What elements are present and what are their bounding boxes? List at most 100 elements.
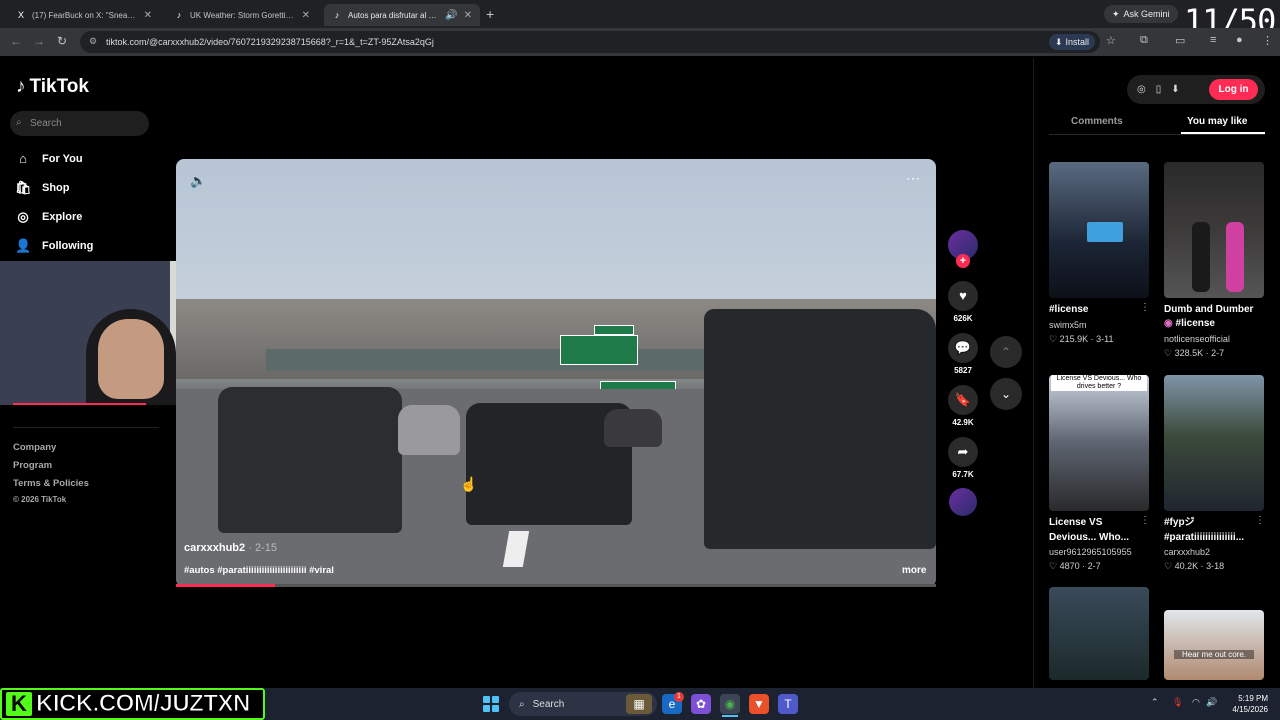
- like-action[interactable]: ♥ 626K: [947, 281, 979, 323]
- suggested-thumbnail-1[interactable]: [1049, 162, 1149, 298]
- share-icon[interactable]: ➦: [948, 437, 978, 467]
- suggested-user-4[interactable]: carxxxhub2: [1164, 547, 1264, 557]
- suggested-subtitle-4[interactable]: #paratiiiiiiiiiiiiiii...: [1164, 530, 1264, 545]
- heart-icon[interactable]: ♥: [948, 281, 978, 311]
- close-tab-icon[interactable]: ✕: [144, 10, 152, 21]
- explore-icon[interactable]: ◎: [1137, 84, 1146, 95]
- suggested-more-icon[interactable]: ⋮: [1140, 515, 1150, 526]
- copilot-icon[interactable]: ✿: [691, 694, 711, 714]
- video-more-options-icon[interactable]: ⋯: [906, 170, 920, 187]
- windows-start-icon[interactable]: [483, 696, 499, 712]
- footer-link-company[interactable]: Company: [13, 442, 56, 453]
- video-tesla-car: [218, 387, 402, 533]
- suggested-thumbnail-5[interactable]: [1049, 587, 1149, 680]
- home-icon: ⌂: [19, 151, 27, 166]
- media-icon[interactable]: ≡: [1210, 34, 1216, 46]
- heart-outline-icon: ♡: [1049, 561, 1058, 571]
- tab-you-may-like[interactable]: You may like: [1187, 116, 1247, 127]
- sidebar-item-for-you[interactable]: ⌂ For You: [15, 151, 82, 166]
- back-icon[interactable]: ←: [10, 34, 22, 48]
- suggested-title-1[interactable]: #license: [1049, 302, 1149, 317]
- login-button[interactable]: Log in: [1209, 79, 1258, 100]
- tray-overflow-icon[interactable]: ⌃: [1151, 697, 1159, 708]
- suggested-subtitle-2[interactable]: ◉ #license: [1164, 318, 1264, 329]
- suggested-thumbnail-6[interactable]: Hear me out core.: [1164, 610, 1264, 680]
- suggested-title-3[interactable]: License VS: [1049, 515, 1149, 530]
- profile-avatar[interactable]: ●: [1236, 34, 1243, 46]
- suggested-user-1[interactable]: swimx5m: [1049, 320, 1149, 330]
- suggested-subtitle-3[interactable]: Devious... Who...: [1049, 530, 1149, 545]
- previous-video-button[interactable]: ⌃: [990, 336, 1022, 368]
- next-video-button[interactable]: ⌄: [990, 378, 1022, 410]
- reload-icon[interactable]: ↻: [57, 34, 67, 48]
- comment-icon[interactable]: 💬: [948, 333, 978, 363]
- search-highlight-icon[interactable]: ▦: [626, 694, 652, 714]
- browser-tab-1[interactable]: X (17) FearBuck on X: "Sneako ju ✕: [8, 4, 160, 26]
- thumb-overlay-text: License VS Devious... Who drives better …: [1051, 375, 1147, 391]
- chrome-icon[interactable]: ◉: [720, 694, 740, 714]
- brave-icon[interactable]: ▼: [749, 694, 769, 714]
- bookmark-icon[interactable]: 🔖: [948, 385, 978, 415]
- caption-more-button[interactable]: more: [902, 565, 926, 576]
- close-tab-icon[interactable]: ✕: [464, 10, 472, 21]
- site-info-icon[interactable]: ⚙: [89, 36, 97, 47]
- tab-title: (17) FearBuck on X: "Sneako ju: [32, 10, 138, 20]
- browser-tab-2[interactable]: ♪ UK Weather: Storm Goretti Brin ✕: [166, 4, 318, 26]
- footer-link-program[interactable]: Program: [13, 460, 52, 471]
- footer-link-terms[interactable]: Terms & Policies: [13, 478, 89, 489]
- address-bar[interactable]: ⚙ tiktok.com/@carxxxhub2/video/760721932…: [80, 31, 1100, 53]
- music-disc-avatar[interactable]: [949, 488, 977, 516]
- active-tab-indicator: [1181, 132, 1265, 134]
- suggested-more-icon[interactable]: ⋮: [1255, 515, 1265, 526]
- suggested-user-2[interactable]: notlicenseofficial: [1164, 334, 1264, 344]
- browser-menu-icon[interactable]: ⋮: [1262, 34, 1273, 47]
- suggested-thumbnail-4[interactable]: [1164, 375, 1264, 511]
- video-highway-sign: [560, 335, 638, 365]
- follow-plus-button[interactable]: +: [956, 254, 970, 268]
- sidebar-item-explore[interactable]: ◎ Explore: [15, 209, 82, 225]
- install-button[interactable]: ⬇ Install: [1049, 34, 1096, 50]
- wifi-icon[interactable]: ◠: [1192, 697, 1200, 708]
- search-input[interactable]: ⌕ Search: [10, 111, 149, 136]
- search-icon: ⌕: [16, 117, 22, 128]
- download-icon[interactable]: ⬇: [1171, 84, 1179, 95]
- cast-icon[interactable]: ▭: [1175, 34, 1185, 47]
- thumb-overlay-text: Hear me out core.: [1174, 650, 1254, 659]
- forward-icon[interactable]: →: [33, 34, 45, 48]
- taskbar-clock[interactable]: 5:19 PM 4/15/2026: [1224, 693, 1268, 715]
- shop-icon: 🛍: [15, 180, 32, 195]
- device-icon[interactable]: ▯: [1156, 84, 1162, 95]
- heart-outline-icon: ♡: [1164, 348, 1173, 358]
- thumb-figure: [1192, 222, 1210, 292]
- sidebar-item-shop[interactable]: 🛍 Shop: [15, 180, 70, 196]
- close-tab-icon[interactable]: ✕: [302, 10, 310, 21]
- share-action[interactable]: ➦ 67.7K: [947, 437, 979, 479]
- video-author[interactable]: carxxxhub2 · 2-15: [184, 542, 277, 554]
- comment-action[interactable]: 💬 5827: [947, 333, 979, 375]
- tiktok-logo[interactable]: ♪ TikTok: [16, 76, 89, 98]
- bookmark-star-icon[interactable]: ☆: [1106, 34, 1116, 47]
- new-tab-button[interactable]: +: [486, 6, 494, 22]
- volume-tray-icon[interactable]: 🔊: [1206, 697, 1217, 708]
- volume-icon[interactable]: 🔈: [190, 173, 206, 189]
- sidebar-item-following[interactable]: 👤 Following: [15, 238, 93, 254]
- video-player[interactable]: [176, 159, 936, 587]
- search-icon: ⌕: [519, 698, 525, 710]
- suggested-thumbnail-2[interactable]: [1164, 162, 1264, 298]
- suggested-title-4[interactable]: #fypジ: [1164, 515, 1264, 530]
- browser-tab-3-active[interactable]: ♪ Autos para disfrutar al máxi 🔊 ✕: [324, 4, 480, 26]
- suggested-user-3[interactable]: user9612965105955: [1049, 547, 1149, 557]
- save-action[interactable]: 🔖 42.9K: [947, 385, 979, 427]
- video-caption[interactable]: #autos #paratiiiiiiiiiiiiiiiiiiiiiii #vi…: [184, 565, 334, 576]
- video-progress-bar[interactable]: [176, 584, 936, 587]
- microphone-icon[interactable]: 🎙: [1172, 697, 1183, 708]
- teams-icon[interactable]: T: [778, 694, 798, 714]
- suggested-more-icon[interactable]: ⋮: [1140, 302, 1150, 313]
- audio-icon[interactable]: 🔊: [445, 10, 457, 21]
- ask-gemini-button[interactable]: ✦ Ask Gemini: [1104, 5, 1178, 23]
- tab-comments[interactable]: Comments: [1071, 116, 1123, 127]
- suggested-title-2[interactable]: Dumb and Dumber: [1164, 302, 1264, 317]
- comment-count: 5827: [954, 366, 972, 375]
- suggested-thumbnail-3[interactable]: License VS Devious... Who drives better …: [1049, 375, 1149, 511]
- extensions-icon[interactable]: ⧉: [1140, 34, 1148, 47]
